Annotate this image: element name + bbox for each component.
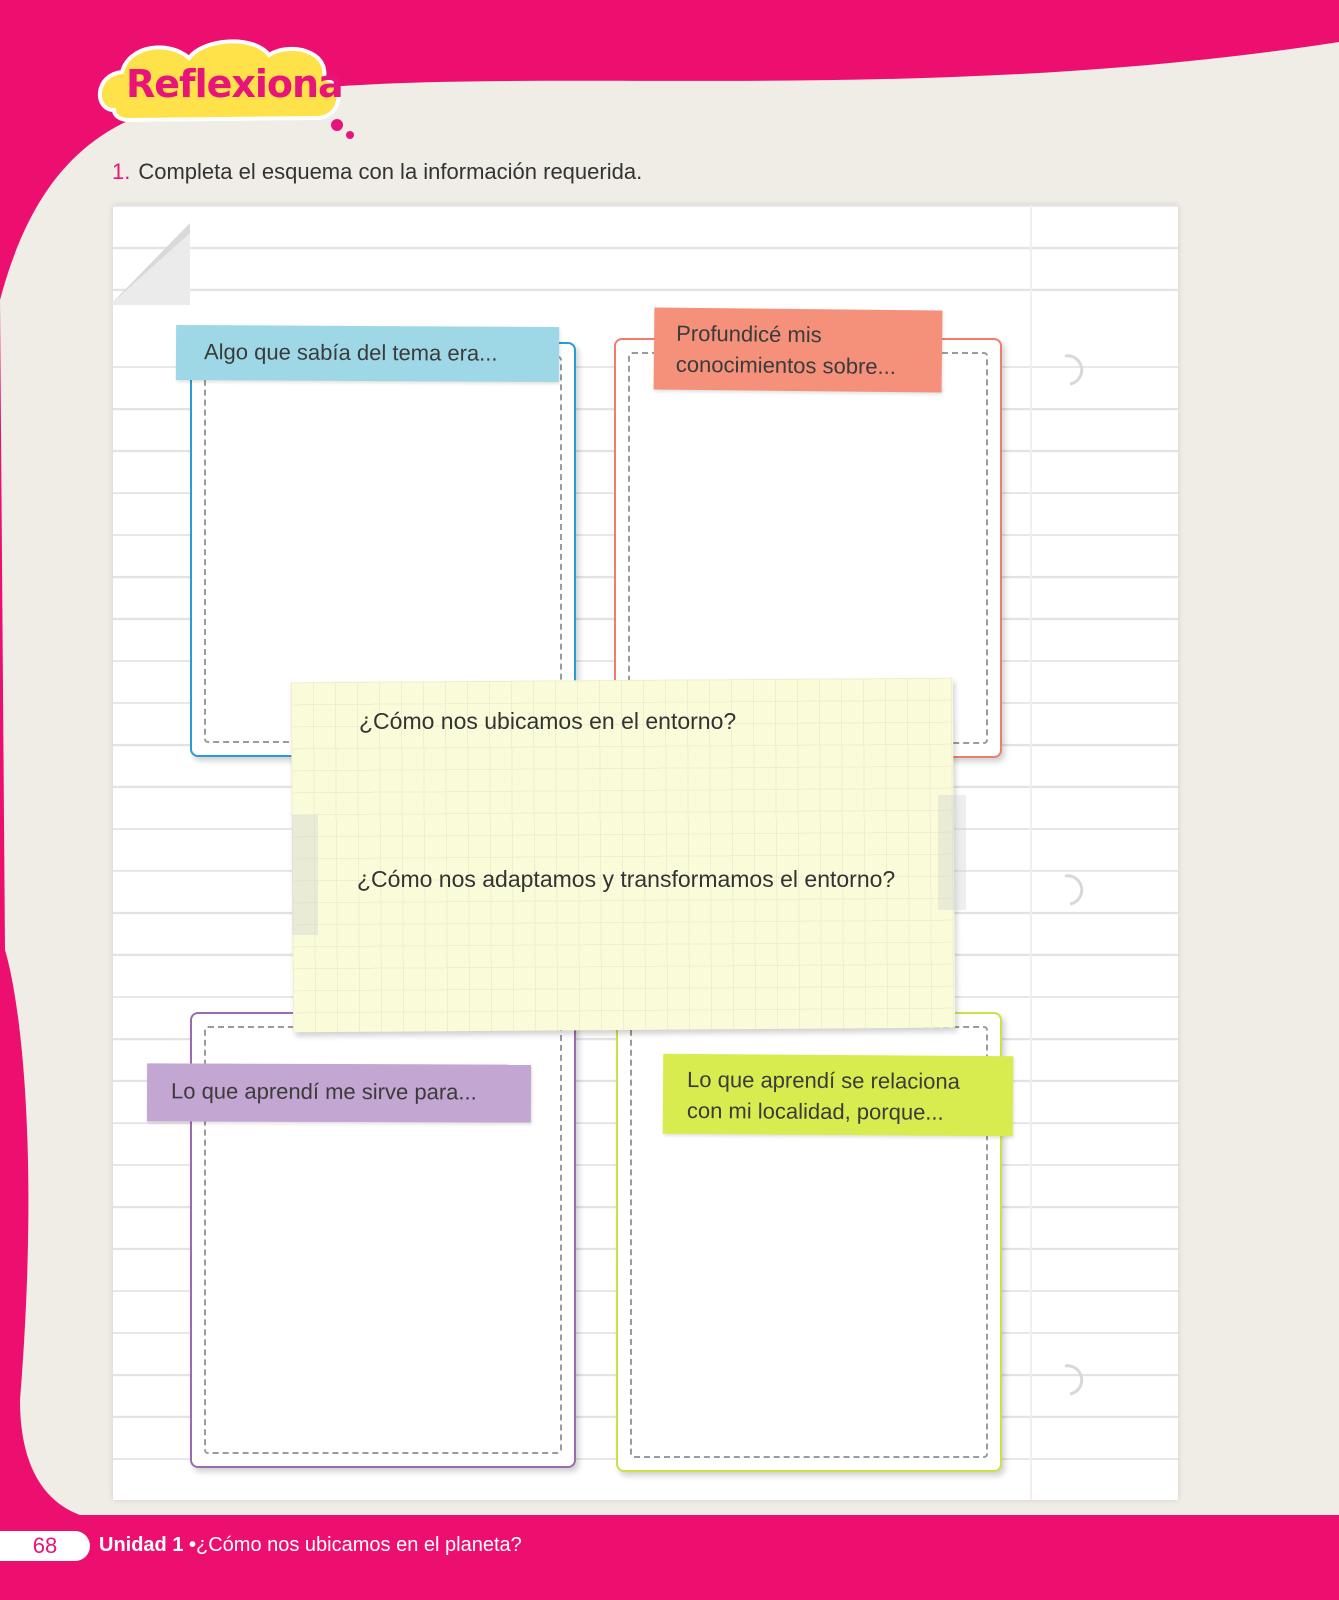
instruction-text: 1. Completa el esquema con la información… (112, 159, 642, 185)
question-location: ¿Cómo nos ubicamos en el entorno? (359, 708, 737, 734)
page-number: 68 (0, 1531, 90, 1561)
tag-locality: Lo que aprendí se relaciona con mi local… (662, 1053, 1014, 1137)
binder-hole-icon (1064, 354, 1084, 386)
page-curl-icon (110, 223, 190, 305)
tag-usefulness: Lo que aprendí me sirve para... (146, 1063, 532, 1123)
tag-usefulness-label: Lo que aprendí me sirve para... (170, 1078, 477, 1105)
tag-deepened-knowledge-line2: conocimientos sobre... (675, 351, 897, 380)
footer-unit: Unidad 1 • (99, 1534, 196, 1557)
question-adaptation: ¿Cómo nos adaptamos y transformamos el e… (357, 866, 896, 892)
tag-deepened-knowledge-line1: Profundicé mis (676, 320, 822, 348)
footer-chapter-title: ¿Cómo nos ubicamos en el planeta? (196, 1534, 522, 1556)
binder-hole-icon (1064, 1364, 1084, 1396)
notebook-margin-line (1030, 205, 1032, 1500)
tag-prior-knowledge-label: Algo que sabía del tema era... (203, 339, 498, 366)
instruction-body: Completa el esquema con la información r… (138, 159, 643, 184)
section-badge-label: Reflexiona (126, 62, 344, 106)
tape-strip (938, 795, 966, 910)
binder-hole-icon (1064, 874, 1084, 906)
footer-unit-label: Unidad 1 (99, 1534, 184, 1556)
tag-locality-line2: con mi localidad, porque... (686, 1097, 944, 1125)
tag-locality-line1: Lo que aprendí se relaciona (687, 1066, 960, 1094)
tag-deepened-knowledge: Profundicé mis conocimientos sobre... (653, 307, 943, 393)
tape-strip (292, 815, 318, 935)
instruction-number: 1. (112, 159, 131, 184)
tag-prior-knowledge: Algo que sabía del tema era... (175, 324, 560, 383)
footer-separator: • (189, 1534, 197, 1556)
